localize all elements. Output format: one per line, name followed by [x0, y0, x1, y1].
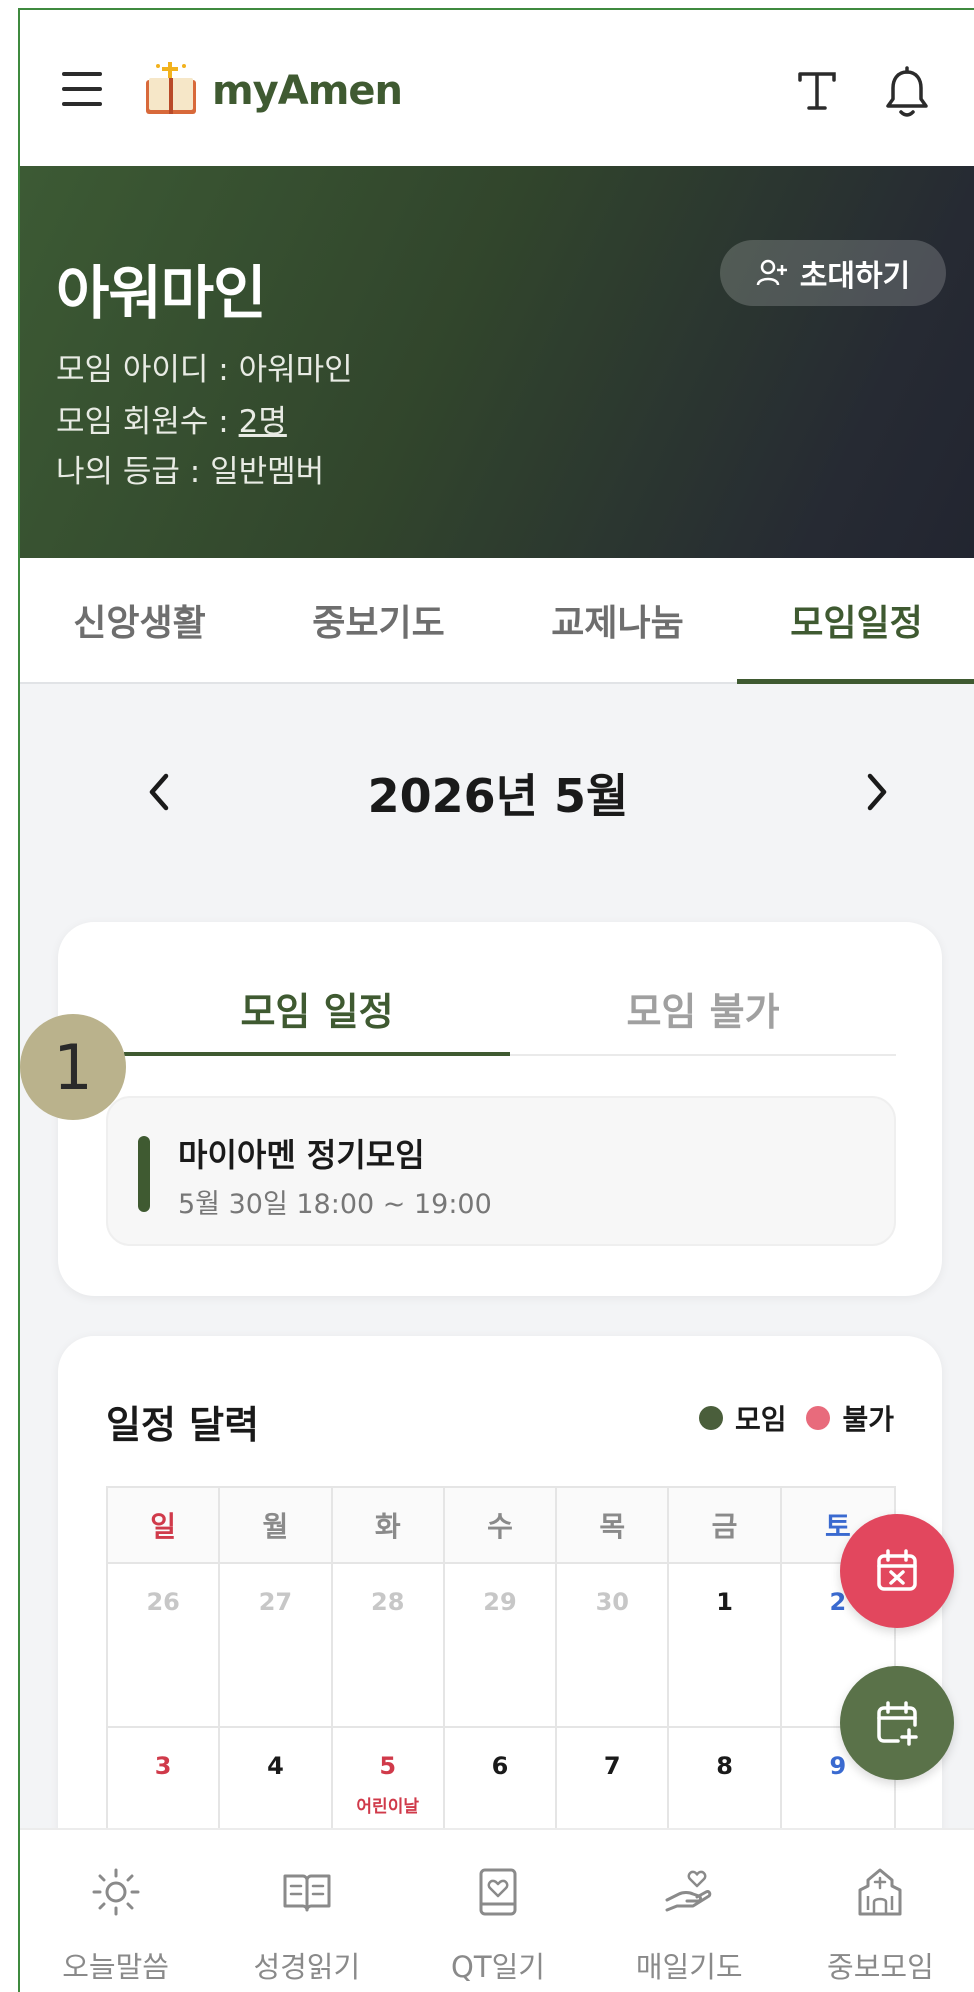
tab-group-schedule[interactable]: 모임일정	[737, 558, 974, 684]
bible-logo-icon	[146, 62, 196, 114]
day-number: 1	[716, 1588, 733, 1616]
nav-item-today-word[interactable]: 오늘말씀	[20, 1830, 211, 1992]
nav-item-intercession-group[interactable]: 중보모임	[785, 1830, 974, 1992]
member-count-link[interactable]: 2명	[239, 404, 287, 440]
tab-faith-life[interactable]: 신앙생활	[20, 558, 259, 682]
church-icon	[858, 1868, 902, 1916]
weekday-header-row: 일 월 화 수 목 금 토	[108, 1488, 894, 1564]
weekday-fri: 금	[669, 1488, 782, 1564]
day-number: 7	[603, 1752, 621, 1780]
nav-item-qt-diary[interactable]: QT일기	[402, 1830, 593, 1992]
group-tabs: 신앙생활 중보기도 교제나눔 모임일정	[20, 558, 974, 684]
legend-dot-unavailable	[806, 1406, 831, 1430]
event-color-bar	[138, 1136, 150, 1212]
app-name: myAmen	[212, 68, 403, 114]
calendar-day-cell[interactable]: 28	[332, 1564, 445, 1728]
month-navigator: 2026년 5월	[20, 752, 974, 832]
schedule-subtabs: 모임 일정 모임 불가	[124, 962, 896, 1056]
weekday-tue: 화	[332, 1488, 445, 1564]
calendar-day-cell[interactable]: 27	[220, 1564, 333, 1728]
weekday-sun: 일	[108, 1488, 221, 1564]
open-book-icon	[283, 1874, 331, 1912]
subtab-unavailable[interactable]: 모임 불가	[510, 962, 896, 1054]
calendar-day-cell[interactable]: 26	[108, 1564, 221, 1728]
app-logo[interactable]: myAmen	[140, 56, 403, 126]
group-id-label: 모임 아이디 :	[56, 352, 239, 388]
nav-label-qt-diary: QT일기	[451, 1950, 545, 1984]
sun-icon	[92, 1868, 140, 1916]
tab-fellowship[interactable]: 교제나눔	[498, 558, 737, 682]
subtab-group-schedule[interactable]: 모임 일정	[124, 962, 510, 1056]
bottom-navigation: 오늘말씀 성경읽기 QT일기 매일기도 중보모임	[20, 1828, 974, 1992]
legend-item-meeting: 모임	[698, 1398, 787, 1438]
day-number: 27	[258, 1588, 293, 1616]
nav-label-today-word: 오늘말씀	[62, 1950, 169, 1984]
member-count-line: 모임 회원수 : 2명	[56, 396, 287, 441]
legend-label-meeting: 모임	[734, 1403, 787, 1436]
event-item[interactable]: 마이아멘 정기모임 5월 30일 18:00 ~ 19:00	[106, 1096, 896, 1246]
group-id-value: 아워마인	[238, 352, 353, 388]
calendar-week-row: 26 27 28 29 30 1 2	[108, 1564, 894, 1728]
legend-label-unavailable: 불가	[842, 1403, 894, 1436]
chevron-right-icon[interactable]	[846, 762, 906, 822]
nav-label-daily-prayer: 매일기도	[635, 1950, 743, 1984]
nav-item-daily-prayer[interactable]: 매일기도	[594, 1830, 785, 1992]
day-number: 5	[379, 1752, 397, 1780]
app-frame: myAmen 아워마인 모임 아이디 : 아워마인 모임 회원수 : 2명 나의…	[18, 8, 974, 1992]
tab-intercessory-prayer[interactable]: 중보기도	[259, 558, 498, 682]
day-number: 30	[595, 1588, 629, 1616]
nav-item-bible-reading[interactable]: 성경읽기	[211, 1830, 402, 1992]
calendar-day-cell[interactable]: 29	[444, 1564, 558, 1728]
nav-label-intercession-group: 중보모임	[827, 1950, 934, 1984]
day-number: 29	[483, 1588, 517, 1616]
weekday-mon: 월	[220, 1488, 333, 1564]
my-grade-line: 나의 등급 : 일반멤버	[56, 446, 324, 491]
text-size-icon[interactable]	[794, 68, 840, 114]
member-count-label: 모임 회원수 :	[56, 404, 239, 440]
bell-icon[interactable]	[882, 66, 932, 120]
weekday-thu: 목	[557, 1488, 670, 1564]
my-grade-value: 일반멤버	[210, 454, 325, 490]
diary-heart-icon	[479, 1868, 517, 1916]
day-number: 26	[146, 1588, 180, 1616]
holiday-label: 어린이날	[356, 1797, 419, 1817]
nav-label-bible-reading: 성경읽기	[253, 1950, 361, 1984]
day-number: 3	[154, 1752, 172, 1780]
group-title: 아워마인	[56, 259, 266, 327]
calendar-title: 일정 달력	[106, 1403, 260, 1447]
legend-dot-meeting	[698, 1406, 723, 1430]
add-user-icon	[756, 259, 787, 286]
add-unavailable-button[interactable]	[840, 1514, 954, 1628]
calendar-legend: 모임 불가	[679, 1398, 894, 1438]
my-grade-label: 나의 등급 :	[56, 454, 211, 490]
invite-button-label: 초대하기	[799, 259, 911, 294]
event-title: 마이아멘 정기모임	[178, 1136, 425, 1174]
day-number: 28	[371, 1588, 405, 1616]
calendar-day-cell[interactable]: 30	[557, 1564, 670, 1728]
calendar-day-cell[interactable]: 1	[669, 1564, 782, 1728]
annotation-badge: 1	[20, 1014, 126, 1120]
group-header: 아워마인 모임 아이디 : 아워마인 모임 회원수 : 2명 나의 등급 : 일…	[20, 166, 974, 558]
schedule-card: 모임 일정 모임 불가 마이아멘 정기모임 5월 30일 18:00 ~ 19:…	[58, 922, 942, 1296]
add-schedule-button[interactable]	[840, 1666, 954, 1780]
day-number: 8	[716, 1752, 733, 1780]
day-number: 4	[267, 1752, 284, 1780]
legend-item-unavailable: 불가	[806, 1398, 894, 1438]
top-app-bar: myAmen	[20, 10, 974, 166]
day-number: 6	[491, 1752, 509, 1780]
praying-hand-icon	[665, 1870, 712, 1912]
group-id-line: 모임 아이디 : 아워마인	[56, 344, 353, 389]
month-title: 2026년 5월	[367, 769, 629, 823]
invite-button[interactable]: 초대하기	[720, 240, 946, 306]
calendar-x-icon	[877, 1549, 917, 1591]
event-time: 5월 30일 18:00 ~ 19:00	[178, 1189, 492, 1220]
weekday-wed: 수	[444, 1488, 558, 1564]
calendar-plus-icon	[877, 1701, 918, 1746]
menu-icon[interactable]	[62, 72, 106, 106]
